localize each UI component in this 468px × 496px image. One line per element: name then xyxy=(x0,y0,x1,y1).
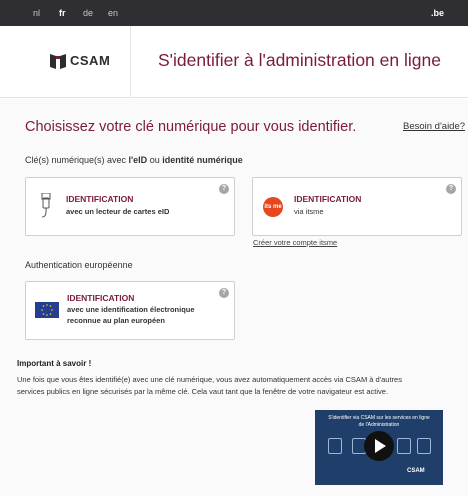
eid-help-icon[interactable]: ? xyxy=(219,184,229,194)
csam-logo-icon xyxy=(50,54,66,69)
itsme-title: IDENTIFICATION xyxy=(294,194,362,204)
video-mobile-icon xyxy=(417,438,431,454)
help-link[interactable]: Besoin d'aide? xyxy=(403,121,465,132)
european-auth-heading: Authentication européenne xyxy=(25,260,133,270)
language-fr[interactable]: fr xyxy=(59,8,66,18)
eu-help-icon[interactable]: ? xyxy=(219,288,229,298)
eu-flag-icon xyxy=(35,302,59,318)
card-reader-icon xyxy=(41,193,51,218)
page-header: CSAM S'identifier à l'administration en … xyxy=(0,26,468,98)
eu-card[interactable]: IDENTIFICATION avec une identification é… xyxy=(25,281,235,340)
subheading-prefix: Clé(s) numérique(s) avec xyxy=(25,155,129,165)
eid-title: IDENTIFICATION xyxy=(66,194,134,204)
page-title: S'identifier à l'administration en ligne xyxy=(158,50,441,70)
header-divider xyxy=(130,26,131,98)
main-content: Choisissez votre clé numérique pour vous… xyxy=(0,99,468,496)
subheading-identity: identité numérique xyxy=(162,155,243,165)
eid-card[interactable]: IDENTIFICATION avec un lecteur de cartes… xyxy=(25,177,235,236)
video-tablet-icon xyxy=(397,438,411,454)
language-en[interactable]: en xyxy=(108,8,118,18)
domain-label: .be xyxy=(430,8,444,18)
subheading-or: ou xyxy=(147,155,163,165)
language-nl[interactable]: nl xyxy=(33,8,40,18)
subheading-eid: l'eID xyxy=(128,155,148,165)
itsme-description: via itsme xyxy=(294,207,324,216)
itsme-card[interactable]: its me IDENTIFICATION via itsme ? xyxy=(252,177,462,236)
play-button[interactable] xyxy=(364,431,394,461)
eu-description: avec une identification électronique rec… xyxy=(67,305,195,325)
video-logo: CSAM xyxy=(407,468,425,474)
csam-logo[interactable]: CSAM xyxy=(0,26,130,98)
video-caption: S'identifier via CSAM sur les services e… xyxy=(328,415,430,428)
digital-keys-subheading: Clé(s) numérique(s) avec l'eID ou identi… xyxy=(25,155,243,165)
intro-video[interactable]: S'identifier via CSAM sur les services e… xyxy=(315,410,443,485)
top-bar: nl fr de en .be xyxy=(0,0,468,26)
important-text: Une fois que vous êtes identifié(e) avec… xyxy=(17,375,402,396)
itsme-help-icon[interactable]: ? xyxy=(446,184,456,194)
create-itsme-account-link[interactable]: Créer votre compte itsme xyxy=(253,238,337,247)
choose-key-heading: Choisissez votre clé numérique pour vous… xyxy=(25,119,357,135)
play-icon xyxy=(375,439,386,453)
important-title: Important à savoir ! xyxy=(17,359,92,368)
eid-description: avec un lecteur de cartes eID xyxy=(66,207,170,216)
language-de[interactable]: de xyxy=(83,8,93,18)
video-card-reader-icon xyxy=(328,438,342,454)
logo-text: CSAM xyxy=(70,53,111,68)
eu-title: IDENTIFICATION xyxy=(67,293,135,303)
itsme-logo-icon: its me xyxy=(263,197,283,217)
